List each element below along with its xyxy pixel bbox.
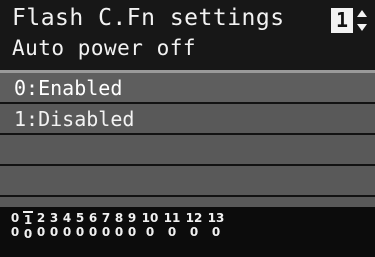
function-indicator: 7 0: [101, 211, 111, 239]
function-status-bar: 0 0 1 0 2 0 3 0 4 0 5 0 6 0 7 0 8 0 9 0 …: [0, 207, 375, 257]
function-value: 0: [127, 225, 137, 239]
option-disabled[interactable]: 1:Disabled: [0, 104, 375, 135]
function-indicator: 12 0: [185, 211, 203, 239]
menu-header: Flash C.Fn settings Auto power off 1: [0, 0, 375, 70]
function-indicator: 2 0: [36, 211, 46, 239]
option-enabled[interactable]: 0:Enabled: [0, 73, 375, 104]
function-value: 0: [75, 225, 85, 239]
function-number: 7: [101, 211, 111, 225]
function-indicator: 9 0: [127, 211, 137, 239]
function-number: 12: [185, 211, 203, 225]
function-indicator-current: 1 0: [23, 211, 33, 241]
function-indicator: 6 0: [88, 211, 98, 239]
function-indicator: 3 0: [49, 211, 59, 239]
function-value: 0: [49, 225, 59, 239]
function-number: 11: [163, 211, 181, 225]
function-number-box: 1: [331, 8, 353, 33]
function-number: 1: [23, 211, 33, 227]
menu-title: Flash C.Fn settings: [12, 5, 285, 31]
function-value: 0: [88, 225, 98, 239]
function-indicator: 5 0: [75, 211, 85, 239]
function-value: 0: [145, 225, 155, 239]
function-indicator: 10 0: [141, 211, 159, 239]
function-value: 0: [101, 225, 111, 239]
function-number: 13: [207, 211, 225, 225]
function-number: 5: [75, 211, 85, 225]
function-number: 3: [49, 211, 59, 225]
function-value: 0: [167, 225, 177, 239]
function-value: 0: [36, 225, 46, 239]
up-down-arrows-icon[interactable]: [356, 8, 368, 33]
function-number: 4: [62, 211, 72, 225]
option-row-empty: [0, 166, 375, 197]
option-label: 0:Enabled: [14, 76, 123, 100]
function-indicator: 11 0: [163, 211, 181, 239]
function-indicator: 0 0: [10, 211, 20, 239]
function-indicator: 13 0: [207, 211, 225, 239]
function-number: 0: [10, 211, 20, 225]
function-value: 0: [211, 225, 221, 239]
option-label: 1:Disabled: [14, 107, 135, 131]
function-number: 2: [36, 211, 46, 225]
function-indicator: 8 0: [114, 211, 124, 239]
option-row-empty: [0, 197, 375, 207]
function-indicator: 4 0: [62, 211, 72, 239]
function-value: 0: [62, 225, 72, 239]
setting-name: Auto power off: [12, 36, 197, 60]
function-number: 8: [114, 211, 124, 225]
function-number: 9: [127, 211, 137, 225]
function-value: 0: [114, 225, 124, 239]
function-value: 0: [189, 225, 199, 239]
option-row-empty: [0, 135, 375, 166]
function-value: 0: [23, 227, 33, 241]
function-number: 6: [88, 211, 98, 225]
function-number: 10: [141, 211, 159, 225]
function-value: 0: [10, 225, 20, 239]
camera-menu-screen: Flash C.Fn settings Auto power off 1 0:E…: [0, 0, 375, 257]
